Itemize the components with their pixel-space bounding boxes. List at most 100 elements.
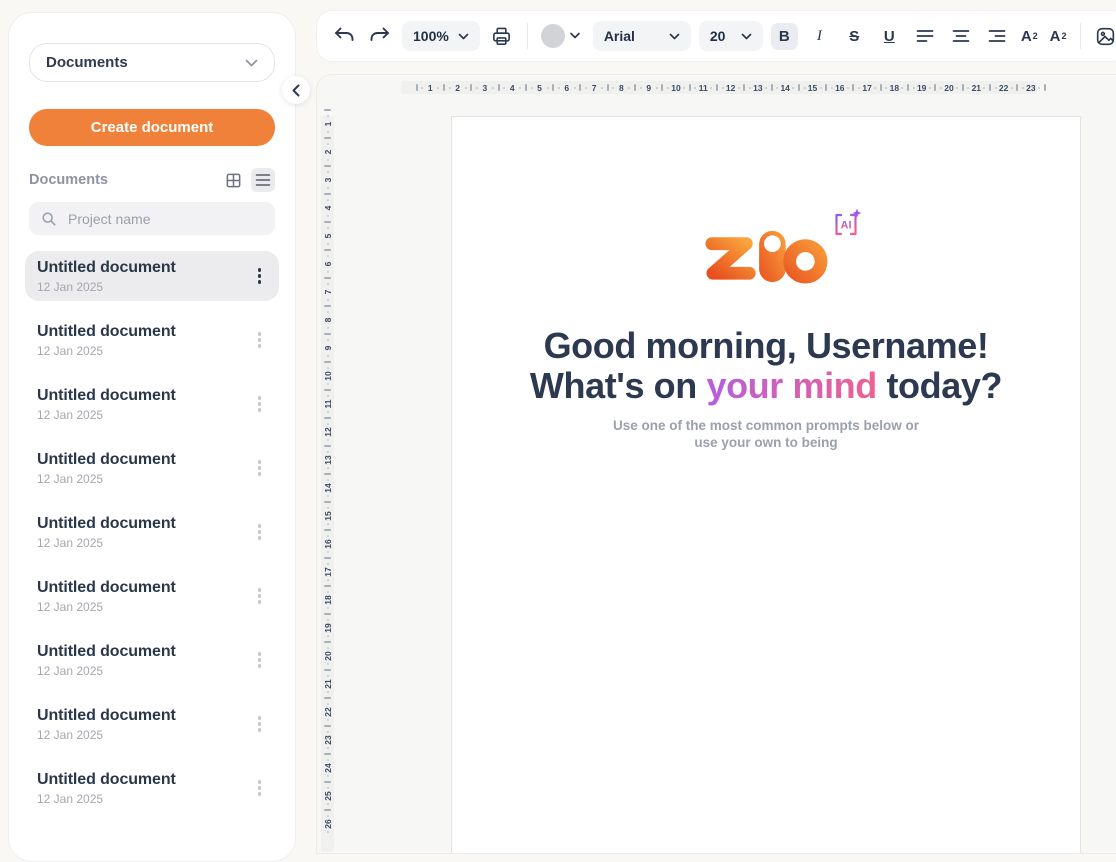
document-meta: Untitled document 12 Jan 2025 xyxy=(37,515,176,550)
document-list-item[interactable]: Untitled document 12 Jan 2025 xyxy=(25,763,279,813)
ai-badge: AI xyxy=(832,208,862,237)
ruler-tick xyxy=(324,809,331,811)
grid-view-icon[interactable] xyxy=(221,168,245,192)
ruler-tick xyxy=(492,87,494,89)
ruler-tick xyxy=(907,84,909,91)
zoom-select[interactable]: 100% xyxy=(402,21,480,51)
kebab-menu-icon[interactable] xyxy=(252,326,268,355)
kebab-menu-icon[interactable] xyxy=(252,518,268,547)
workspace-select[interactable]: Documents xyxy=(29,43,275,82)
font-family-select[interactable]: Arial xyxy=(593,21,691,51)
ruler-tick xyxy=(327,691,329,693)
ruler-tick xyxy=(327,635,329,637)
greeting-line2-prefix: What's on xyxy=(530,365,707,406)
document-page[interactable]: zio xyxy=(451,116,1081,854)
ruler-tick xyxy=(640,87,642,89)
ruler-tick xyxy=(661,84,663,91)
strikethrough-button[interactable]: S xyxy=(841,23,868,50)
ruler-tick xyxy=(324,249,331,251)
ruler-number: 2 xyxy=(323,150,333,155)
ruler-tick xyxy=(656,87,658,89)
ruler-tick xyxy=(327,719,329,721)
toolbar-divider xyxy=(1080,23,1081,49)
ruler-number: 19 xyxy=(917,83,926,93)
document-list-item[interactable]: Untitled document 12 Jan 2025 xyxy=(25,699,279,749)
document-meta: Untitled document 12 Jan 2025 xyxy=(37,771,176,806)
zio-logo: zio xyxy=(704,225,828,286)
undo-button[interactable] xyxy=(330,22,358,50)
ruler-tick xyxy=(327,339,329,341)
ruler-tick xyxy=(327,171,329,173)
document-list-item[interactable]: Untitled document 12 Jan 2025 xyxy=(25,251,279,301)
subtitle-line1: Use one of the most common prompts below… xyxy=(613,418,919,433)
kebab-menu-icon[interactable] xyxy=(252,582,268,611)
ruler-tick xyxy=(324,193,331,195)
kebab-menu-icon[interactable] xyxy=(252,710,268,739)
color-swatch xyxy=(541,24,565,48)
ruler-tick xyxy=(771,84,773,91)
ruler-tick xyxy=(519,87,521,89)
ruler-tick xyxy=(327,271,329,273)
ruler-tick xyxy=(689,84,691,91)
kebab-menu-icon[interactable] xyxy=(252,774,268,803)
superscript-base: A xyxy=(1021,28,1032,45)
document-list-item[interactable]: Untitled document 12 Jan 2025 xyxy=(25,315,279,365)
insert-image-button[interactable] xyxy=(1092,22,1116,50)
create-document-button[interactable]: Create document xyxy=(29,109,275,146)
kebab-menu-icon[interactable] xyxy=(252,390,268,419)
italic-button[interactable]: I xyxy=(806,23,833,50)
redo-button[interactable] xyxy=(366,22,394,50)
kebab-menu-icon[interactable] xyxy=(252,646,268,675)
editor-canvas: 1234567891011121314151617181920212223 12… xyxy=(316,74,1116,854)
font-size-select[interactable]: 20 xyxy=(699,21,763,51)
align-center-button[interactable] xyxy=(947,22,975,50)
ruler-tick xyxy=(327,439,329,441)
bold-button[interactable]: B xyxy=(771,23,798,50)
ruler-tick xyxy=(327,327,329,329)
ruler-tick xyxy=(327,815,329,817)
ruler-tick xyxy=(327,731,329,733)
ruler-tick xyxy=(327,411,329,413)
document-list-item[interactable]: Untitled document 12 Jan 2025 xyxy=(25,379,279,429)
kebab-menu-icon[interactable] xyxy=(252,454,268,483)
document-list-item[interactable]: Untitled document 12 Jan 2025 xyxy=(25,571,279,621)
search-icon xyxy=(41,211,57,227)
list-view-icon[interactable] xyxy=(251,168,275,192)
search-input[interactable] xyxy=(66,210,263,228)
document-list-item[interactable]: Untitled document 12 Jan 2025 xyxy=(25,507,279,557)
ruler-tick xyxy=(449,87,451,89)
ruler-number: 8 xyxy=(619,83,624,93)
ruler-tick xyxy=(940,87,942,89)
superscript-button[interactable]: A2 xyxy=(1019,28,1040,45)
ruler-number: 1 xyxy=(428,83,433,93)
kebab-menu-icon[interactable] xyxy=(252,262,268,291)
ruler-tick xyxy=(628,87,630,89)
editor-toolbar: 100% Arial 20 B I S U A2 xyxy=(316,10,1116,62)
ruler-tick xyxy=(327,535,329,537)
ruler-number: 8 xyxy=(323,318,333,323)
sidebar-collapse-button[interactable] xyxy=(282,76,310,104)
align-right-button[interactable] xyxy=(983,22,1011,50)
align-left-button[interactable] xyxy=(911,22,939,50)
ruler-tick xyxy=(327,803,329,805)
document-list-item[interactable]: Untitled document 12 Jan 2025 xyxy=(25,635,279,685)
ruler-number: 19 xyxy=(323,623,333,632)
ruler-tick xyxy=(476,87,478,89)
ruler-tick xyxy=(820,87,822,89)
ruler-tick xyxy=(327,523,329,525)
text-color-select[interactable] xyxy=(539,22,585,50)
ruler-tick xyxy=(324,585,331,587)
underline-button[interactable]: U xyxy=(876,23,903,50)
ruler-tick xyxy=(324,725,331,727)
ruler-number: 11 xyxy=(699,83,708,93)
ruler-tick xyxy=(327,507,329,509)
ruler-tick xyxy=(437,87,439,89)
ruler-tick xyxy=(324,109,331,111)
ruler-number: 20 xyxy=(944,83,953,93)
ruler-tick xyxy=(327,159,329,161)
ruler-tick xyxy=(716,84,718,91)
document-list-item[interactable]: Untitled document 12 Jan 2025 xyxy=(25,443,279,493)
print-button[interactable] xyxy=(488,22,516,50)
subscript-button[interactable]: A2 xyxy=(1048,28,1069,45)
font-family-value: Arial xyxy=(604,28,635,44)
